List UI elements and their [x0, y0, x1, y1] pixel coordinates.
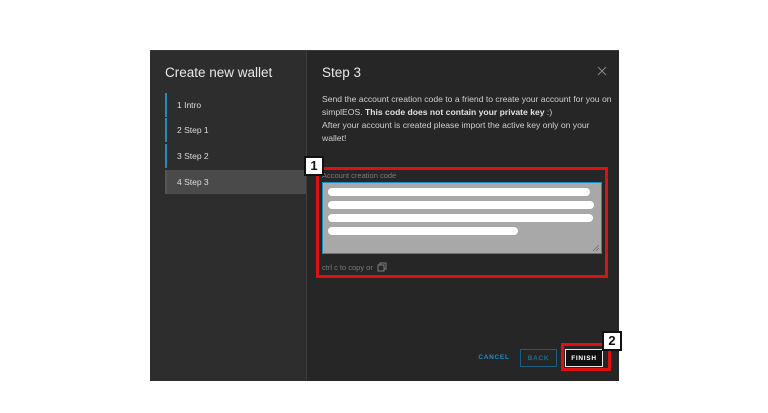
close-icon[interactable] [597, 66, 607, 76]
annotation-badge-1: 1 [304, 156, 324, 176]
instructions-smile: :) [544, 107, 553, 117]
instructions-import-note: After your account is created please imp… [322, 120, 590, 143]
sidebar-step-2[interactable]: 3 Step 2 [165, 144, 306, 168]
page-title: Step 3 [322, 65, 362, 80]
sidebar-step-3[interactable]: 4 Step 3 [165, 170, 306, 194]
instructions-warning: This code does not contain your private … [364, 107, 545, 117]
sidebar-title: Create new wallet [165, 65, 273, 80]
back-button[interactable]: BACK [520, 349, 557, 367]
sidebar-step-1[interactable]: 2 Step 1 [165, 118, 306, 142]
annotation-badge-2: 2 [602, 331, 622, 351]
cancel-button[interactable]: CANCEL [478, 349, 510, 367]
sidebar-step-intro[interactable]: 1 Intro [165, 93, 306, 117]
highlight-box-code [316, 167, 608, 278]
wizard-sidebar: Create new wallet 1 Intro 2 Step 1 3 Ste… [150, 51, 307, 381]
instructions: Send the account creation code to a frie… [322, 93, 612, 145]
